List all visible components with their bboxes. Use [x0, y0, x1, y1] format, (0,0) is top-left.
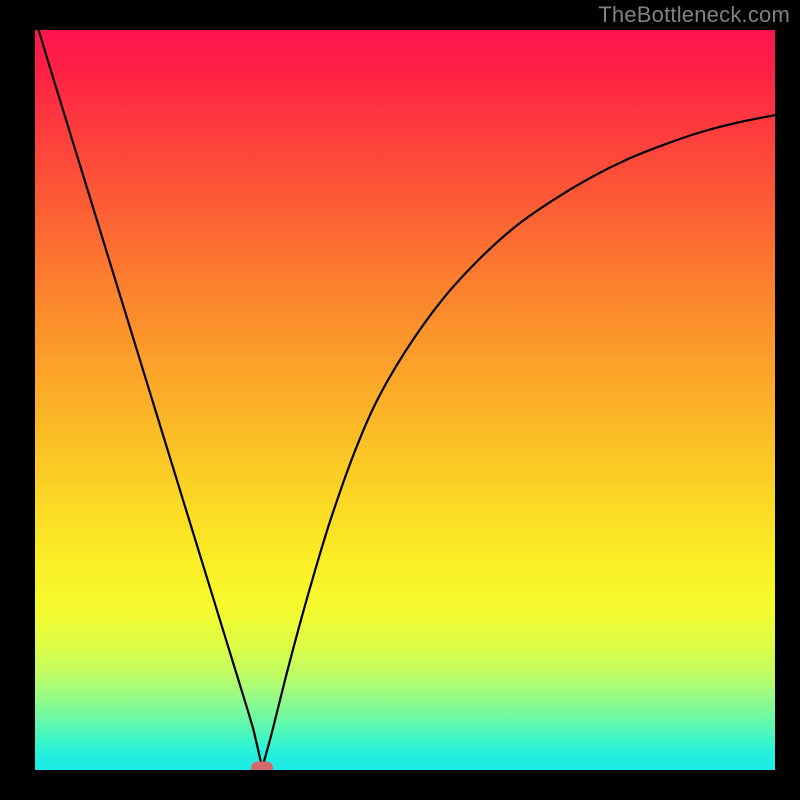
plot-area: [35, 30, 775, 770]
minimum-marker: [251, 761, 273, 770]
curve-svg: [35, 30, 775, 770]
bottleneck-curve: [39, 30, 775, 768]
watermark-text: TheBottleneck.com: [598, 2, 790, 28]
chart-container: TheBottleneck.com: [0, 0, 800, 800]
